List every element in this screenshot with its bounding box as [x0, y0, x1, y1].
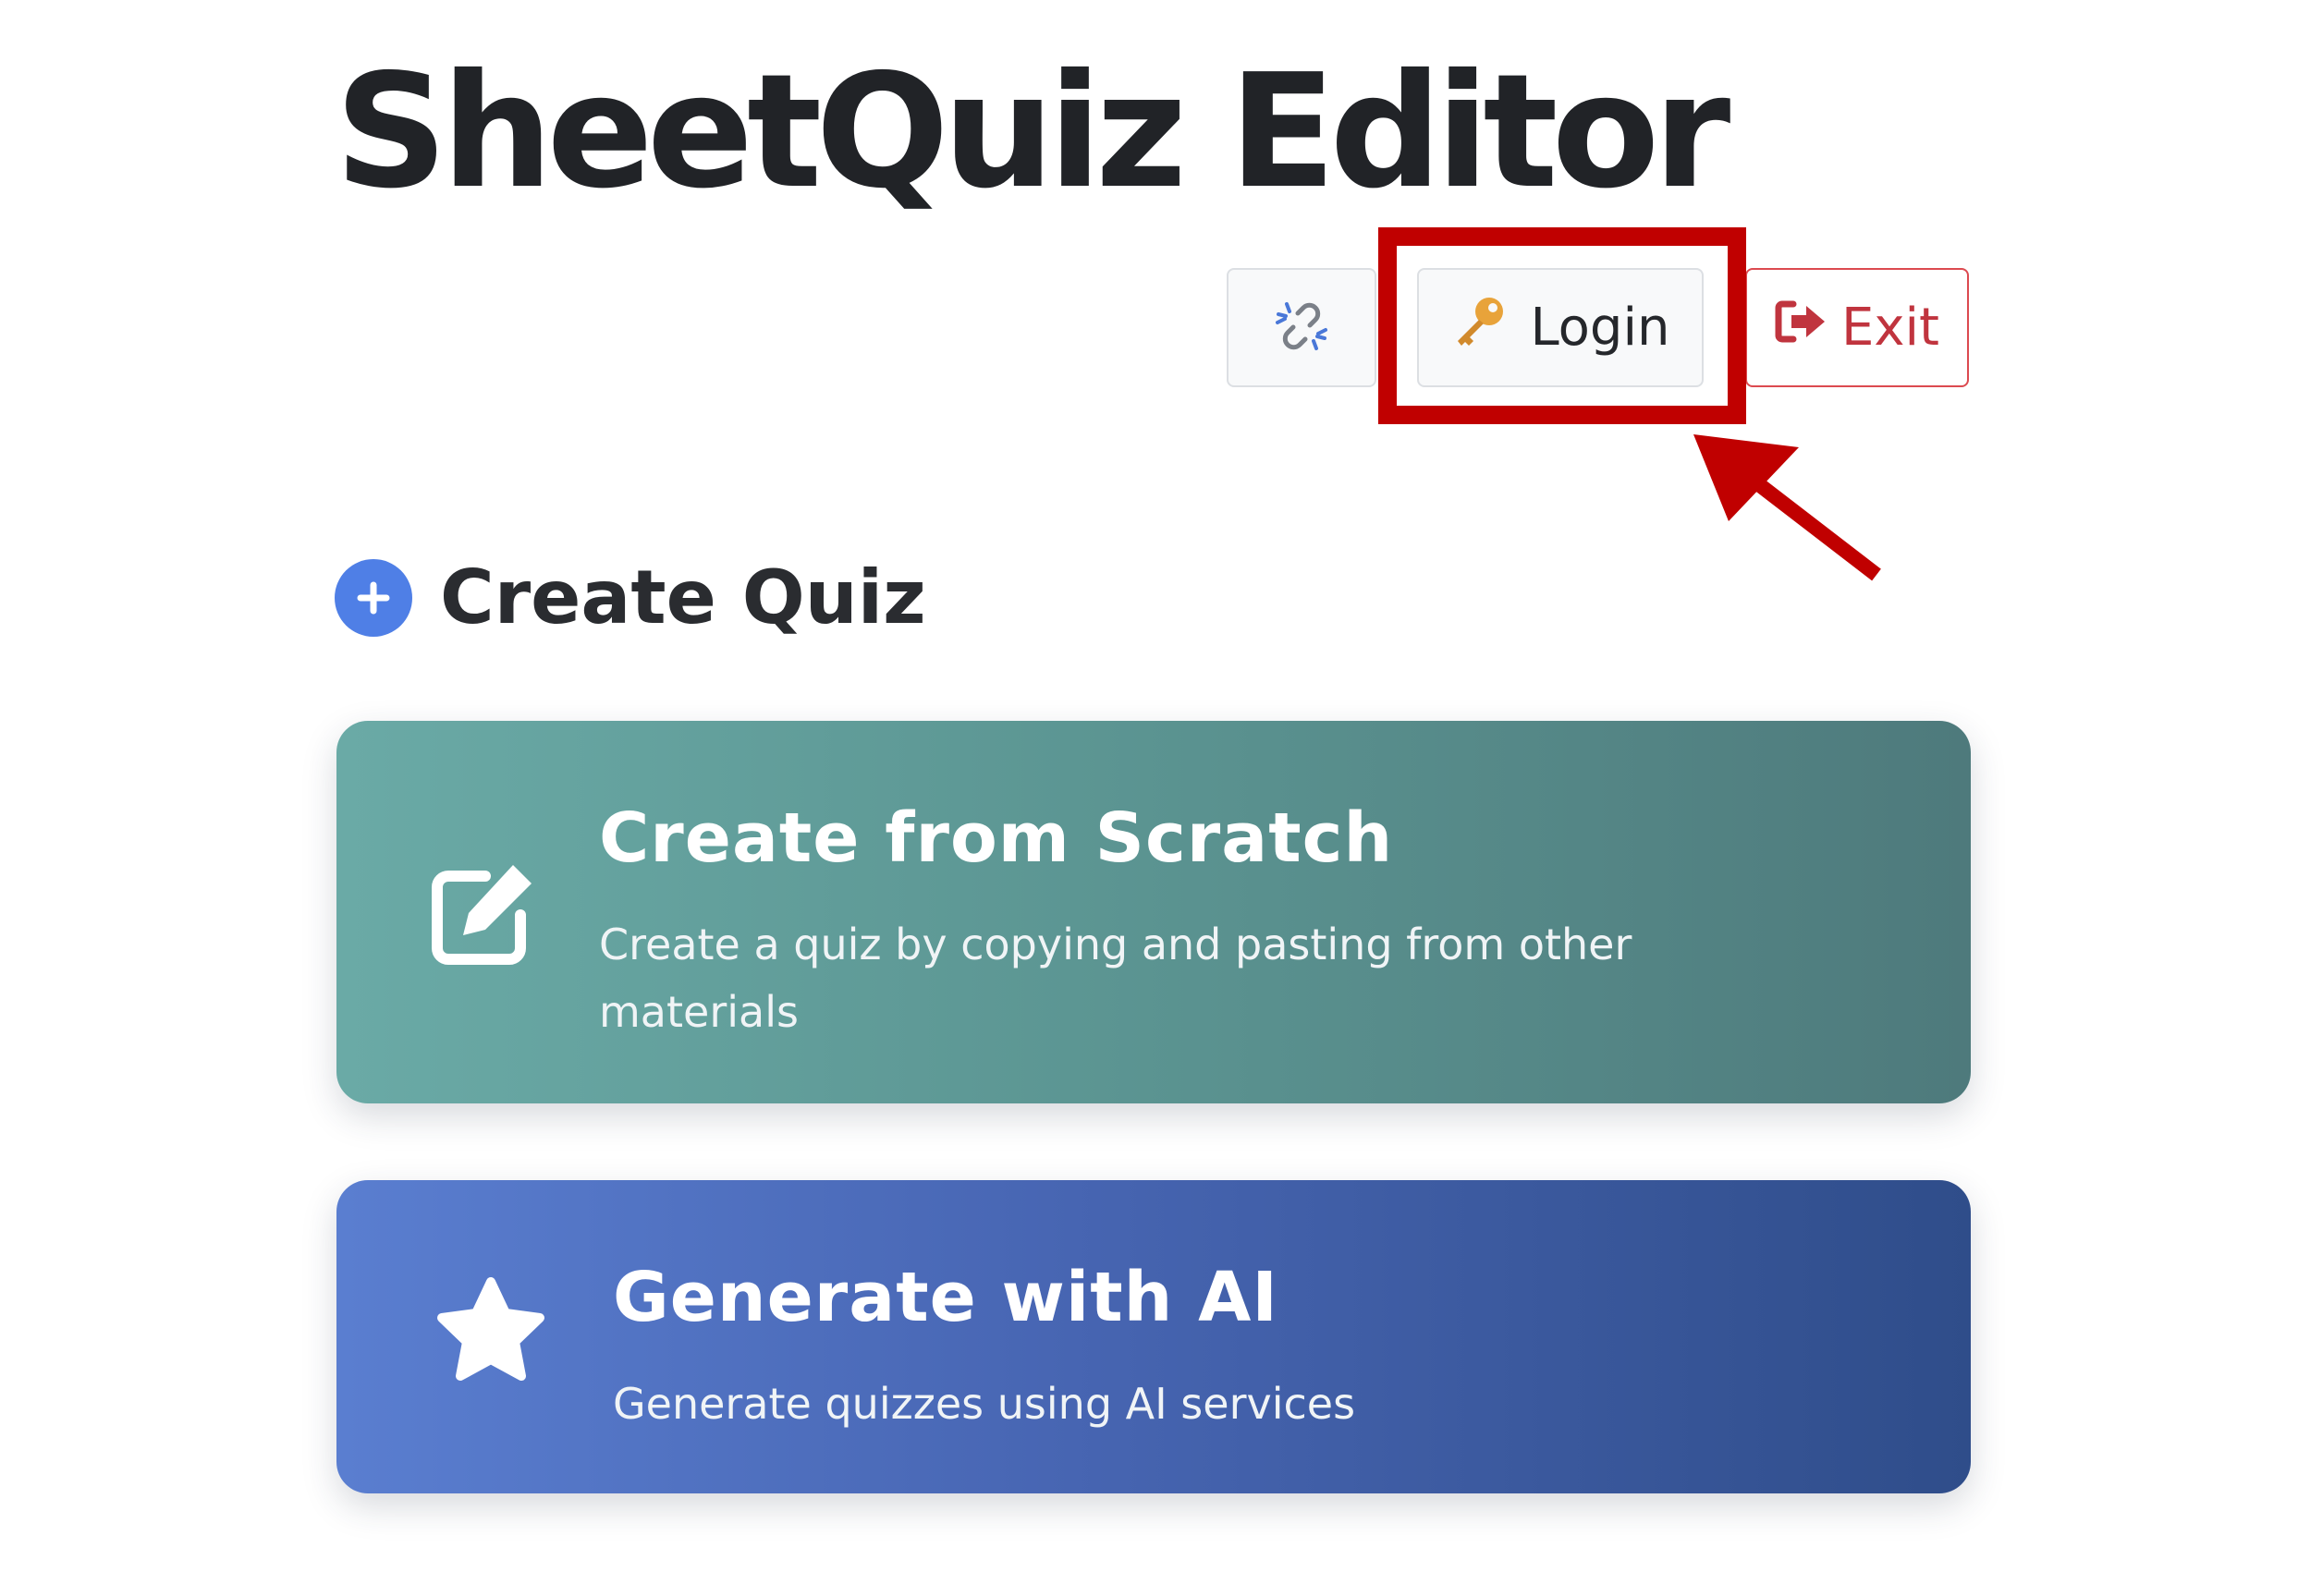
highlight-box	[1378, 227, 1746, 424]
card-title: Generate with AI	[613, 1258, 1278, 1337]
unlink-button[interactable]	[1227, 268, 1376, 387]
card-description: Generate quizzes using AI services	[613, 1379, 1356, 1429]
star-icon	[433, 1276, 549, 1391]
exit-label: Exit	[1840, 298, 1940, 358]
edit-icon	[428, 859, 539, 972]
section-title: Create Quiz	[440, 554, 926, 640]
sign-out-icon	[1775, 298, 1828, 358]
card-title: Create from Scratch	[599, 798, 1394, 878]
arrow-icon	[1693, 434, 1881, 581]
generate-with-ai-card[interactable]: Generate with AI Generate quizzes using …	[336, 1180, 1971, 1493]
card-description: Create a quiz by copying and pasting fro…	[599, 920, 1632, 1037]
app-title: SheetQuiz Editor	[335, 41, 1730, 224]
unlink-icon	[1274, 298, 1329, 358]
plus-circle-icon	[335, 558, 412, 637]
create-from-scratch-card[interactable]: Create from Scratch Create a quiz by cop…	[336, 721, 1971, 1103]
section-header: Create Quiz	[335, 554, 926, 640]
exit-button[interactable]: Exit	[1745, 268, 1969, 387]
